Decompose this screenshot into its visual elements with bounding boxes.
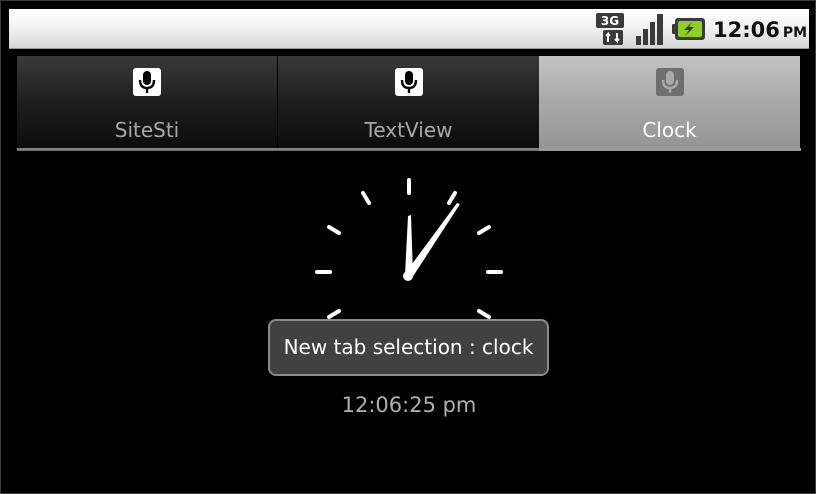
tab-bar: SiteSti TextView Clock — [17, 56, 801, 151]
status-bar: 3G 12:06 PM — [9, 9, 809, 49]
tab-label: TextView — [364, 118, 453, 142]
microphone-icon — [655, 68, 684, 96]
svg-text:3G: 3G — [601, 14, 619, 28]
clock-tick-1 — [447, 191, 457, 205]
microphone-icon — [133, 68, 161, 96]
clock-tick-8 — [327, 309, 341, 319]
tab-indicator-unselected — [17, 148, 539, 151]
toast-message: New tab selection : clock — [268, 319, 549, 376]
clock-minute-hand — [404, 203, 460, 278]
clock-center — [403, 271, 413, 281]
clock-tick-11 — [361, 191, 371, 205]
battery-charging-icon — [672, 18, 705, 40]
signal-strength-icon — [636, 14, 663, 45]
device-screen: 3G 12:06 PM SiteSti TextView Clock 12:06… — [0, 0, 816, 494]
tab-label: SiteSti — [114, 118, 180, 142]
status-bar-clock: 12:06 PM — [713, 15, 807, 45]
clock-tick-10 — [327, 225, 341, 235]
tab-sitesti[interactable]: SiteSti — [17, 56, 278, 148]
status-time: 12:06 — [713, 18, 780, 42]
network-3g-icon: 3G — [596, 13, 624, 45]
clock-tick-4 — [477, 309, 491, 319]
tab-textview[interactable]: TextView — [278, 56, 539, 148]
microphone-icon — [394, 68, 423, 96]
status-ampm: PM — [782, 25, 808, 41]
clock-tick-2 — [477, 225, 491, 235]
digital-clock: 12:06:25 pm — [341, 393, 477, 417]
tab-clock[interactable]: Clock — [539, 56, 801, 148]
tab-label: Clock — [642, 118, 697, 142]
